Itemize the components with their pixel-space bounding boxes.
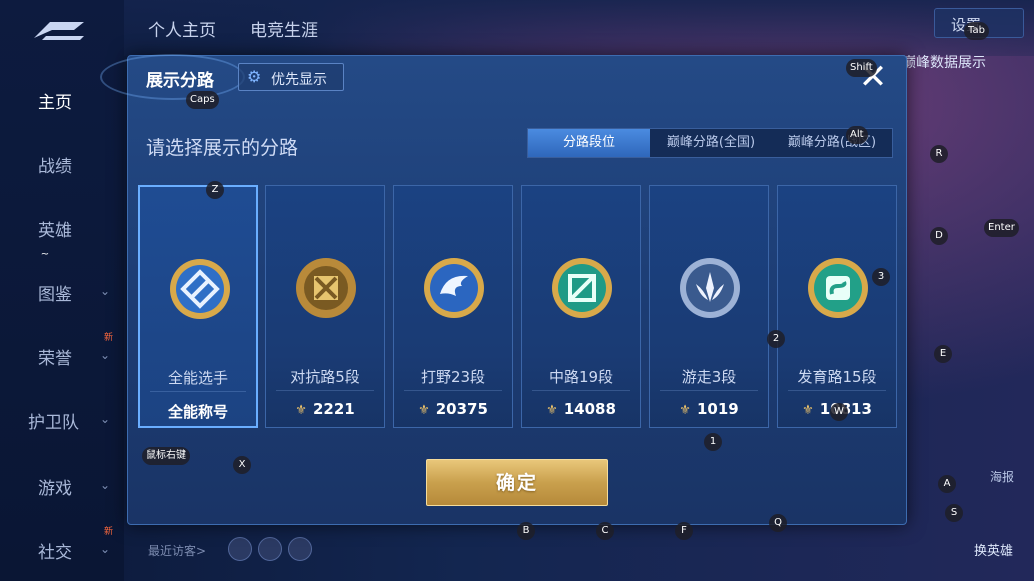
lane-card-farm[interactable]: 发育路15段 ⚜10813 [777,185,897,428]
card-score: ⚜ 2221 [266,400,384,418]
sidebar-item-honor[interactable]: 荣誉 [38,344,72,369]
sidebar-item-records[interactable]: 战绩 [38,152,72,177]
sidebar: 主页 战绩 英雄 图鉴 ⌄ 荣誉 新 ⌄ 护卫队 ⌄ 游戏 ⌄ 社交 新 ⌄ [0,0,124,581]
score-icon: ⚜ [802,403,814,418]
tab-profile[interactable]: 个人主页 [148,16,216,41]
poster-button[interactable]: 海报 [990,468,1014,485]
card-lane-name: 中路19段 [548,368,614,386]
chevron-down-icon: ⌄ [100,478,111,492]
score-icon: ⚜ [679,403,691,418]
card-score-value: 20375 [435,400,488,418]
tab-peak-region[interactable]: 巅峰分路(战区) [772,129,892,157]
card-score: ⚜ 14088 [522,400,640,418]
score-icon: ⚜ [295,403,307,418]
key-hint: X [233,456,251,474]
card-divider [660,390,758,391]
key-hint: 1 [704,433,722,451]
chevron-down-icon: ⌄ [100,284,111,298]
card-score: 全能称号 [167,403,228,421]
mid-lane-icon [552,258,612,318]
change-hero-button[interactable]: 换英雄 [974,540,1013,559]
card-score-value: 1019 [696,400,739,418]
key-hint: F [675,522,693,540]
tab-lane-rank[interactable]: 分路段位 [528,129,650,157]
chevron-down-icon: ⌄ [100,348,111,362]
card-score-value: 2221 [312,400,355,418]
card-score: ⚜ 20375 [394,400,512,418]
key-hint: 2 [767,330,785,348]
priority-display-button[interactable]: ⚙ 优先显示 [238,63,344,91]
new-badge: 新 [104,333,114,343]
key-hint: Caps [186,91,219,109]
score-icon: ⚜ [418,403,430,418]
card-lane-name: 对抗路5段 [290,368,360,386]
key-hint: 鼠标右键 [142,447,190,465]
sidebar-item-game[interactable]: 游戏 [38,474,72,499]
key-hint: C [596,522,614,540]
key-hint: 3 [872,268,890,286]
dialog-subtitle: 请选择展示的分路 [146,137,299,159]
lane-card-clash[interactable]: 对抗路5段 ⚜ 2221 [265,185,385,428]
card-divider [788,390,886,391]
key-hint: Q [769,514,787,532]
card-score: ⚜ 1019 [650,400,768,418]
visitor-avatar[interactable] [228,537,252,561]
key-hint: R [930,145,948,163]
gear-icon: ⚙ [247,67,262,86]
key-hint: B [517,522,535,540]
back-logo-icon[interactable] [30,18,88,44]
priority-display-label: 优先显示 [271,72,327,88]
sidebar-item-home[interactable]: 主页 [38,88,72,113]
peak-data-button[interactable]: 巅峰数据展示 [902,52,986,72]
key-hint: E [934,345,952,363]
sidebar-item-codex[interactable]: 图鉴 [38,280,72,305]
all-rounder-icon [170,259,230,319]
visitor-avatar[interactable] [258,537,282,561]
key-hint: A [938,475,956,493]
card-divider [404,390,502,391]
key-hint: ~ [40,249,50,260]
roam-icon [680,258,740,318]
card-score-value: 14088 [563,400,616,418]
dialog-title: 展示分路 [146,71,214,91]
key-hint: W [830,403,848,421]
confirm-button[interactable]: 确定 [426,459,608,506]
chevron-down-icon: ⌄ [100,412,111,426]
lane-card-roam[interactable]: 游走3段 ⚜ 1019 [649,185,769,428]
clash-lane-icon [296,258,356,318]
card-lane-name: 打野23段 [420,368,486,386]
card-lane-name: 全能选手 [167,369,228,387]
card-divider [150,391,246,392]
lane-card-all-rounder[interactable]: 全能选手 全能称号 [138,185,258,428]
key-hint: Tab [964,22,989,40]
new-badge: 新 [104,527,114,537]
visitor-avatar[interactable] [288,537,312,561]
chevron-down-icon: ⌄ [100,542,111,556]
jungle-icon [424,258,484,318]
key-hint: Shift [846,59,877,77]
card-lane-name: 发育路15段 [797,368,877,386]
score-icon: ⚜ [546,403,558,418]
card-lane-name: 游走3段 [681,368,737,386]
recent-visitors-label[interactable]: 最近访客> [148,542,206,559]
lane-card-jungle[interactable]: 打野23段 ⚜ 20375 [393,185,513,428]
lane-card-mid[interactable]: 中路19段 ⚜ 14088 [521,185,641,428]
tab-peak-national[interactable]: 巅峰分路(全国) [650,129,772,157]
farm-lane-icon [808,258,868,318]
card-divider [276,390,374,391]
card-divider [532,390,630,391]
lane-tab-group: 分路段位 巅峰分路(全国) 巅峰分路(战区) [527,128,893,158]
key-hint: Alt [846,126,868,144]
sidebar-item-social[interactable]: 社交 [38,538,72,563]
key-hint: Z [206,181,224,199]
key-hint: S [945,504,963,522]
sidebar-item-guard[interactable]: 护卫队 [28,408,79,433]
sidebar-item-heroes[interactable]: 英雄 [38,216,72,241]
key-hint: D [930,227,948,245]
tab-esports[interactable]: 电竞生涯 [250,16,318,41]
key-hint: Enter [984,219,1019,237]
